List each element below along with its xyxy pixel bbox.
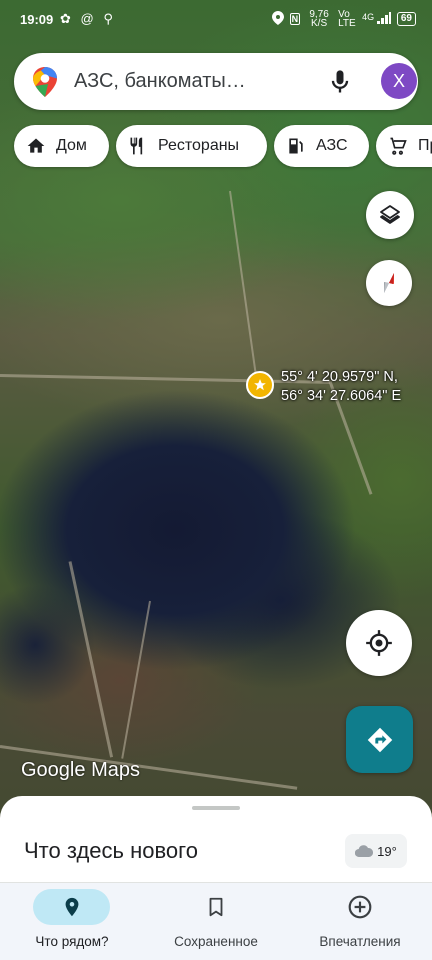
compass-button[interactable] bbox=[366, 260, 412, 306]
nav-item-saved[interactable]: Сохраненное bbox=[144, 883, 288, 960]
avatar[interactable]: X bbox=[381, 63, 417, 99]
gas-station-icon bbox=[289, 138, 303, 154]
nav-label: Впечатления bbox=[319, 934, 401, 949]
network-speed: 9,76 K/S bbox=[309, 9, 329, 29]
bottom-sheet[interactable]: Что здесь нового 19° bbox=[0, 796, 432, 896]
volte-indicator: Vo LTE bbox=[338, 9, 356, 29]
nfc-icon: N bbox=[289, 13, 301, 25]
battery-indicator: 69 bbox=[396, 12, 416, 26]
chip-label: Дом bbox=[56, 137, 87, 154]
weather-badge[interactable]: 19° bbox=[345, 834, 407, 868]
sheet-title: Что здесь нового bbox=[24, 838, 198, 863]
layers-icon bbox=[380, 205, 400, 224]
nav-pill bbox=[33, 889, 110, 925]
longitude-label: 56° 34' 27.6064" E bbox=[281, 388, 402, 404]
search-bar[interactable]: АЗС, банкоматы… X bbox=[14, 53, 418, 110]
google-maps-watermark: Google Maps bbox=[21, 759, 140, 781]
chip-shopping[interactable]: Пр bbox=[376, 125, 432, 167]
bookmark-icon bbox=[209, 897, 222, 917]
status-bar: 19:09 ✿ @ ⚲ N 9,76 K/S Vo LTE 4G 69 bbox=[0, 0, 432, 40]
star-icon bbox=[254, 379, 266, 391]
chip-label: Рестораны bbox=[158, 137, 240, 154]
nav-item-explore[interactable]: Что рядом? bbox=[0, 883, 144, 960]
my-location-button[interactable] bbox=[346, 610, 412, 676]
chip-home[interactable]: Дом bbox=[14, 125, 109, 167]
search-input[interactable]: АЗС, банкоматы… bbox=[74, 70, 294, 93]
location-pin-icon bbox=[65, 897, 78, 917]
restaurant-icon bbox=[130, 137, 143, 155]
directions-icon bbox=[367, 727, 392, 752]
cloud-icon bbox=[355, 845, 374, 857]
bottom-navigation: Что рядом? Сохраненное Впечатления bbox=[0, 882, 432, 960]
pin-coordinates: 55° 4' 20.9579" N, 56° 34' 27.6064" E bbox=[281, 368, 401, 406]
chip-restaurants[interactable]: Рестораны bbox=[116, 125, 267, 167]
notification-icons: ✿ @ ⚲ bbox=[60, 11, 116, 26]
chip-label: Пр bbox=[418, 137, 432, 154]
chip-label: АЗС bbox=[316, 137, 348, 154]
nav-pill bbox=[177, 889, 254, 925]
layers-button[interactable] bbox=[366, 191, 414, 239]
signal-icon: 4G bbox=[362, 11, 391, 27]
nav-item-contribute[interactable]: Впечатления bbox=[288, 883, 432, 960]
cart-icon bbox=[390, 137, 407, 155]
nav-label: Что рядом? bbox=[35, 934, 109, 949]
home-icon bbox=[27, 138, 45, 153]
latitude-label: 55° 4' 20.9579" N, bbox=[281, 369, 398, 385]
status-time: 19:09 bbox=[20, 12, 54, 27]
chip-gas-stations[interactable]: АЗС bbox=[274, 125, 369, 167]
microphone-icon[interactable] bbox=[326, 68, 354, 96]
temperature: 19° bbox=[377, 843, 397, 859]
dropped-pin[interactable] bbox=[246, 371, 274, 399]
nav-label: Сохраненное bbox=[174, 934, 258, 949]
compass-icon bbox=[384, 273, 394, 293]
crosshair-icon bbox=[366, 630, 392, 656]
add-circle-icon bbox=[348, 895, 371, 919]
drag-handle[interactable] bbox=[192, 806, 240, 810]
nav-pill bbox=[321, 889, 398, 925]
directions-button[interactable] bbox=[346, 706, 413, 773]
google-maps-logo-icon bbox=[33, 67, 57, 97]
location-status-icon bbox=[271, 10, 284, 28]
